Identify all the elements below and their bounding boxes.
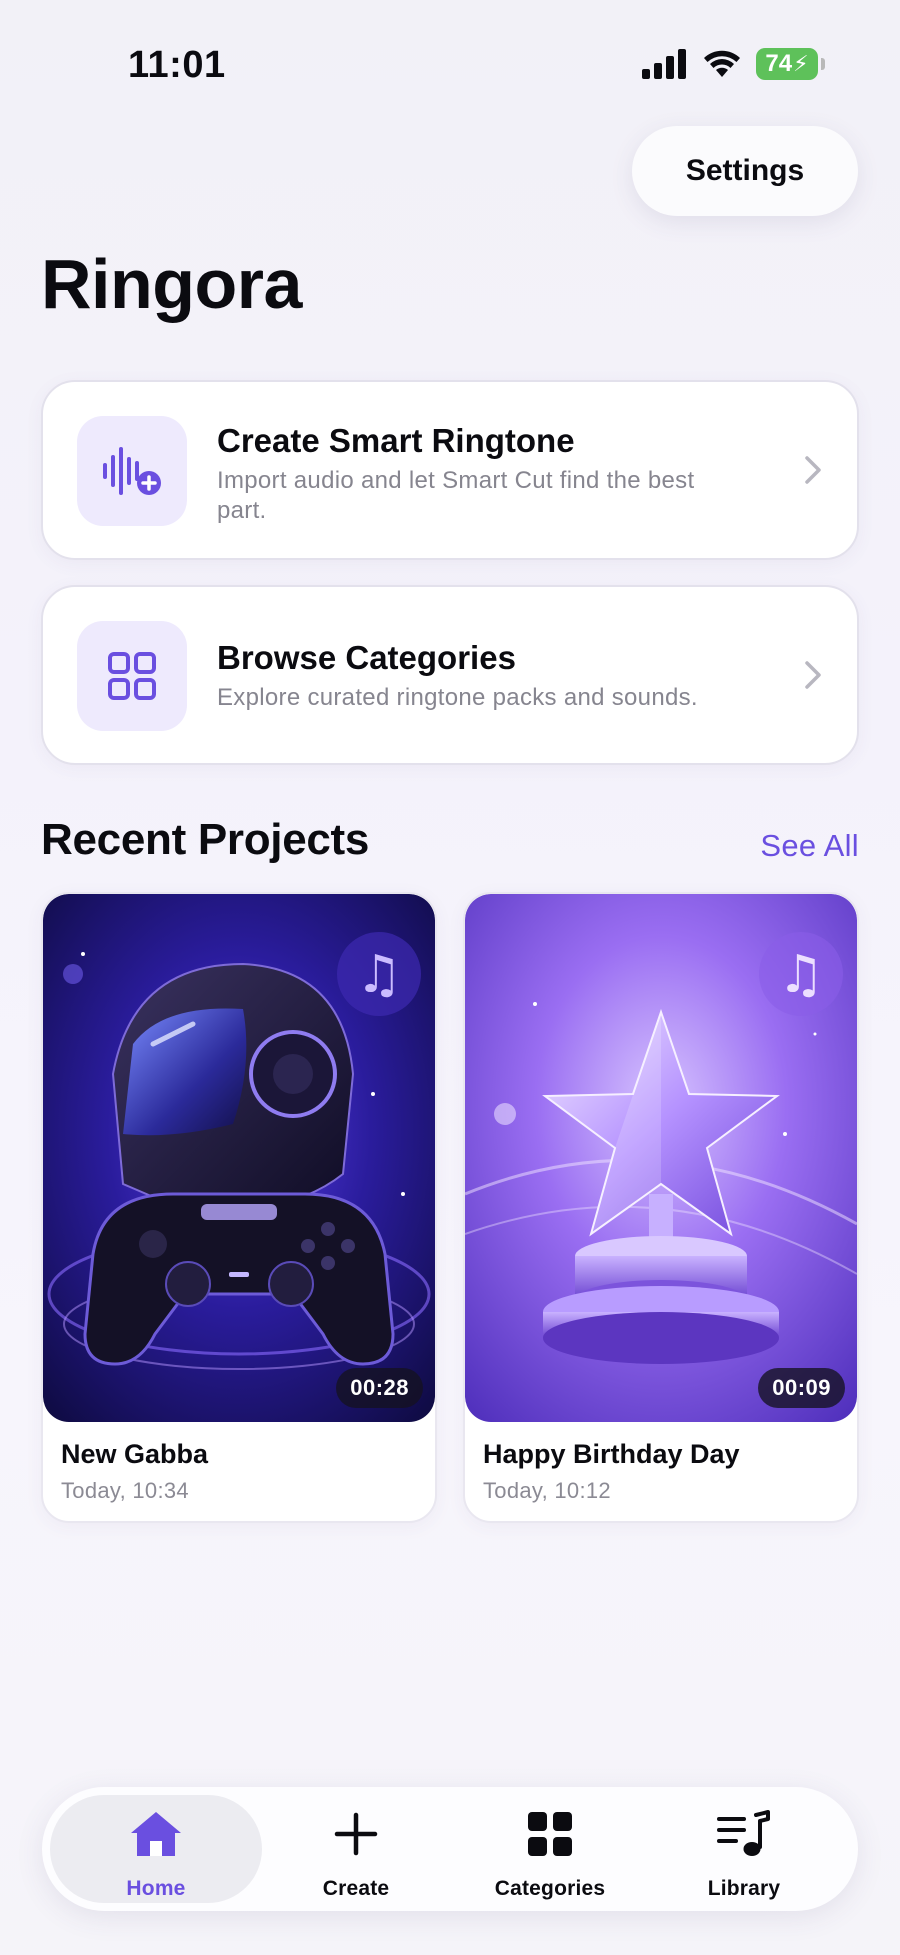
grid-icon xyxy=(528,1812,572,1856)
settings-button[interactable]: Settings xyxy=(632,126,858,216)
status-time: 11:01 xyxy=(128,44,226,86)
app-title: Ringora xyxy=(41,245,302,323)
tab-library[interactable]: Library xyxy=(638,1795,850,1903)
recent-projects-title: Recent Projects xyxy=(41,815,370,864)
chevron-right-icon xyxy=(805,661,821,689)
wifi-icon xyxy=(704,50,740,77)
see-all-link[interactable]: See All xyxy=(760,828,859,864)
tab-label: Library xyxy=(707,1877,781,1900)
project-name: New Gabba xyxy=(61,1439,209,1469)
chevron-right-icon xyxy=(805,456,821,484)
tab-categories[interactable]: Categories xyxy=(444,1795,656,1903)
grid-icon xyxy=(108,652,156,700)
project-card-new-gabba[interactable]: ♫ 00:28 New Gabba Today, 10:34 xyxy=(41,892,437,1523)
create-smart-ringtone-card[interactable]: Create Smart Ringtone Import audio and l… xyxy=(41,380,859,560)
music-list-icon xyxy=(717,1810,770,1856)
tab-home[interactable]: Home xyxy=(50,1795,262,1903)
project-card-happy-birthday-day[interactable]: ♫ 00:09 Happy Birthday Day Today, 10:12 xyxy=(463,892,859,1523)
duration-badge: 00:28 xyxy=(336,1368,423,1408)
card-subtitle: Import audio and let Smart Cut find the … xyxy=(217,467,695,524)
bottom-tab-bar: Home Create Categories Library xyxy=(42,1787,858,1911)
status-bar: 11:01 74 ⚡ xyxy=(0,0,900,130)
tab-create[interactable]: Create xyxy=(250,1795,462,1903)
card-title: Create Smart Ringtone xyxy=(217,422,575,459)
tab-label: Categories xyxy=(494,1877,606,1900)
project-date: Today, 10:34 xyxy=(61,1478,189,1503)
waveform-plus-icon xyxy=(103,447,161,495)
project-name: Happy Birthday Day xyxy=(483,1439,740,1469)
svg-text:♫: ♫ xyxy=(356,945,403,1005)
plus-icon xyxy=(334,1812,378,1856)
status-icons: 74 ⚡ xyxy=(642,48,825,80)
card-subtitle: Explore curated ringtone packs and sound… xyxy=(217,684,698,711)
tab-label: Home xyxy=(126,1877,186,1900)
battery-indicator: 74 ⚡ xyxy=(756,48,825,80)
helmet-gamepad-artwork: ♫ xyxy=(43,894,435,1422)
project-date: Today, 10:12 xyxy=(483,1478,611,1503)
home-icon xyxy=(131,1812,181,1856)
signal-icon xyxy=(642,49,686,79)
browse-categories-card[interactable]: Browse Categories Explore curated ringto… xyxy=(41,585,859,765)
card-title: Browse Categories xyxy=(217,639,516,676)
tab-label: Create xyxy=(322,1877,390,1900)
card-icon-tile xyxy=(77,621,187,731)
charging-bolt-icon: ⚡ xyxy=(793,51,809,76)
battery-level: 74 xyxy=(765,50,793,77)
crystal-star-trophy-artwork: ♫ xyxy=(465,894,857,1422)
svg-text:♫: ♫ xyxy=(778,945,825,1005)
duration-badge: 00:09 xyxy=(758,1368,845,1408)
card-icon-tile xyxy=(77,416,187,526)
